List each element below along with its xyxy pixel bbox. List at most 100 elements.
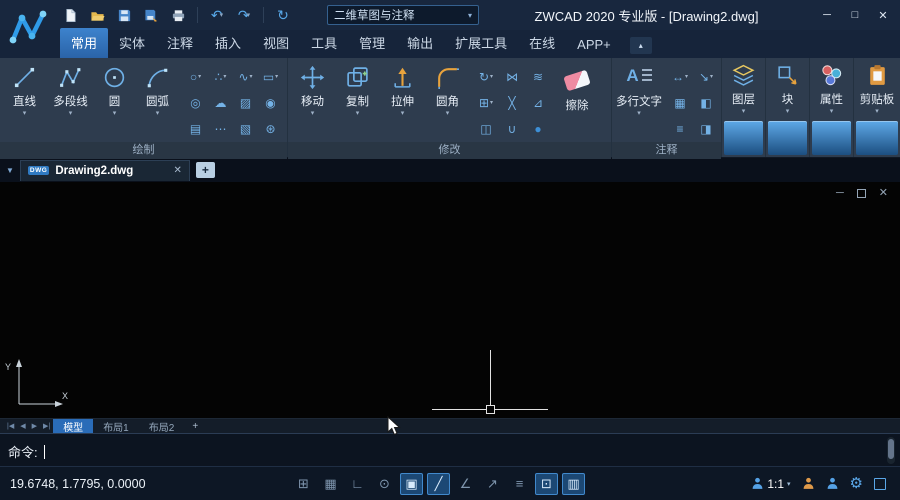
tab-layout2[interactable]: 布局2 bbox=[139, 419, 185, 434]
fillet-dropdown-caret[interactable]: ▾ bbox=[446, 112, 450, 116]
auto-annotation-icon[interactable] bbox=[826, 477, 839, 490]
point-icon[interactable]: ∴▾ bbox=[208, 64, 233, 90]
new-drawing-tab-button[interactable]: + bbox=[196, 162, 215, 178]
osnap-toggle[interactable]: ▣ bbox=[400, 473, 423, 495]
refresh-icon[interactable]: ↻ bbox=[273, 5, 293, 25]
drawing-canvas[interactable]: ─ ✕ Y X bbox=[0, 182, 900, 418]
tab-express[interactable]: 扩展工具 bbox=[444, 28, 518, 58]
break-icon[interactable]: ● bbox=[525, 116, 551, 142]
offset-icon[interactable]: ≋ bbox=[525, 64, 551, 90]
wipeout-icon[interactable]: ▧ bbox=[233, 116, 258, 142]
polar-toggle[interactable]: ⊙ bbox=[373, 473, 396, 495]
text-style-icon[interactable]: ◧ bbox=[693, 90, 719, 116]
properties-button[interactable]: 属性 ▾ bbox=[810, 58, 853, 120]
block-button[interactable]: 块 ▾ bbox=[766, 58, 809, 120]
grid-display-toggle[interactable]: ▥ bbox=[562, 473, 585, 495]
add-layout-button[interactable]: + bbox=[184, 419, 206, 434]
document-tab[interactable]: DWG Drawing2.dwg ✕ bbox=[20, 160, 190, 181]
doc-close-icon[interactable]: ✕ bbox=[879, 188, 888, 199]
mirror-icon[interactable]: ⋈ bbox=[499, 64, 525, 90]
rotate-icon[interactable]: ↻▾ bbox=[473, 64, 499, 90]
copy-dropdown-caret[interactable]: ▾ bbox=[356, 112, 360, 116]
save-icon[interactable] bbox=[114, 5, 134, 25]
command-scrollbar[interactable] bbox=[887, 437, 895, 464]
boundary-icon[interactable]: ⊛ bbox=[258, 116, 283, 142]
lineweight-toggle[interactable]: ≡ bbox=[508, 473, 531, 495]
tab-model[interactable]: 模型 bbox=[53, 419, 93, 434]
tab-solid[interactable]: 实体 bbox=[108, 28, 156, 58]
scale-dropdown-caret[interactable]: ▾ bbox=[787, 480, 791, 488]
line-button[interactable]: 直线 ▾ bbox=[2, 60, 47, 142]
circle-dropdown-caret[interactable]: ▾ bbox=[113, 112, 117, 116]
workspace-select[interactable]: 二维草图与注释 ▾ bbox=[327, 5, 479, 25]
tab-insert[interactable]: 插入 bbox=[204, 28, 252, 58]
ortho-toggle[interactable]: ∟ bbox=[346, 473, 369, 495]
doc-tab-menu-icon[interactable]: ▼ bbox=[6, 166, 14, 175]
fillet-button[interactable]: 圆角 ▾ bbox=[425, 60, 470, 142]
erase-button[interactable]: 擦除 bbox=[551, 60, 603, 142]
snap-toggle[interactable]: ▦ bbox=[319, 473, 342, 495]
tab-tools[interactable]: 工具 bbox=[300, 28, 348, 58]
undo-icon[interactable]: ↶▾ bbox=[207, 5, 227, 25]
open-folder-icon[interactable] bbox=[87, 5, 107, 25]
move-button[interactable]: 移动 ▾ bbox=[290, 60, 335, 142]
redo-icon[interactable]: ↷▾ bbox=[234, 5, 254, 25]
new-file-icon[interactable] bbox=[60, 5, 80, 25]
dim-style-icon[interactable]: ≡ bbox=[667, 116, 693, 142]
gradient-icon[interactable]: ▤ bbox=[183, 116, 208, 142]
next-layout-arrow[interactable]: ▶ bbox=[29, 422, 40, 430]
tab-manage[interactable]: 管理 bbox=[348, 28, 396, 58]
doc-restore-icon[interactable] bbox=[857, 189, 866, 198]
ellipse-icon[interactable]: ○▾ bbox=[183, 64, 208, 90]
copy-button[interactable]: 复制 ▾ bbox=[335, 60, 380, 142]
revcloud-icon[interactable]: ☁ bbox=[208, 90, 233, 116]
zwcad-logo[interactable] bbox=[8, 6, 50, 55]
tab-online[interactable]: 在线 bbox=[518, 28, 566, 58]
dyn-input-toggle[interactable]: ↗ bbox=[481, 473, 504, 495]
join-icon[interactable]: ∪ bbox=[499, 116, 525, 142]
polyline-button[interactable]: 多段线 ▾ bbox=[47, 60, 94, 142]
annotation-toggle[interactable]: ∠ bbox=[454, 473, 477, 495]
layers-dropdown-caret[interactable]: ▾ bbox=[742, 110, 746, 114]
explode-icon[interactable]: ◫ bbox=[473, 116, 499, 142]
rectangle-icon[interactable]: ▭▾ bbox=[258, 64, 283, 90]
properties-dropdown-caret[interactable]: ▾ bbox=[830, 110, 834, 114]
last-layout-arrow[interactable]: ▶| bbox=[40, 422, 53, 430]
annotation-visibility-icon[interactable] bbox=[802, 477, 815, 490]
stretch-button[interactable]: 拉伸 ▾ bbox=[380, 60, 425, 142]
settings-gear-icon[interactable]: ⚙ bbox=[850, 476, 863, 491]
array-icon[interactable]: ⊞▾ bbox=[473, 90, 499, 116]
arc-button[interactable]: 圆弧 ▾ bbox=[135, 60, 180, 142]
mtext-button[interactable]: A 多行文字 ▾ bbox=[614, 60, 664, 142]
clipboard-dropdown-caret[interactable]: ▾ bbox=[875, 110, 879, 114]
command-scrollbar-thumb[interactable] bbox=[888, 439, 894, 459]
stretch-dropdown-caret[interactable]: ▾ bbox=[401, 112, 405, 116]
table-icon[interactable]: ▦ bbox=[667, 90, 693, 116]
spline-icon[interactable]: ∿▾ bbox=[233, 64, 258, 90]
hatch-icon[interactable]: ▨ bbox=[233, 90, 258, 116]
maximize-button[interactable]: □ bbox=[842, 4, 868, 26]
divide-icon[interactable]: ⋯ bbox=[208, 116, 233, 142]
scale-icon[interactable]: ⊿ bbox=[525, 90, 551, 116]
doc-minimize-icon[interactable]: ─ bbox=[836, 188, 844, 199]
tab-view[interactable]: 视图 bbox=[252, 28, 300, 58]
leader-icon[interactable]: ↘▾ bbox=[693, 64, 719, 90]
print-icon[interactable] bbox=[168, 5, 188, 25]
clipboard-button[interactable]: 剪贴板 ▾ bbox=[854, 58, 900, 120]
prev-layout-arrow[interactable]: ◀ bbox=[17, 422, 28, 430]
tab-home[interactable]: 常用 bbox=[60, 28, 108, 58]
polyline-dropdown-caret[interactable]: ▾ bbox=[69, 112, 73, 116]
block-dropdown-caret[interactable]: ▾ bbox=[786, 110, 790, 114]
ribbon-collapse-button[interactable]: ▴ bbox=[630, 37, 652, 54]
doc-tab-close-icon[interactable]: ✕ bbox=[174, 165, 182, 176]
otrack-toggle[interactable]: ╱ bbox=[427, 473, 450, 495]
donut-icon[interactable]: ◎ bbox=[183, 90, 208, 116]
first-layout-arrow[interactable]: |◀ bbox=[4, 422, 17, 430]
tab-app-plus[interactable]: APP+ bbox=[566, 32, 622, 58]
layers-button[interactable]: 图层 ▾ bbox=[722, 58, 765, 120]
tab-layout1[interactable]: 布局1 bbox=[93, 419, 139, 434]
arc-dropdown-caret[interactable]: ▾ bbox=[156, 112, 160, 116]
close-button[interactable]: ✕ bbox=[870, 4, 896, 26]
save-as-icon[interactable] bbox=[141, 5, 161, 25]
trim-icon[interactable]: ╳ bbox=[499, 90, 525, 116]
